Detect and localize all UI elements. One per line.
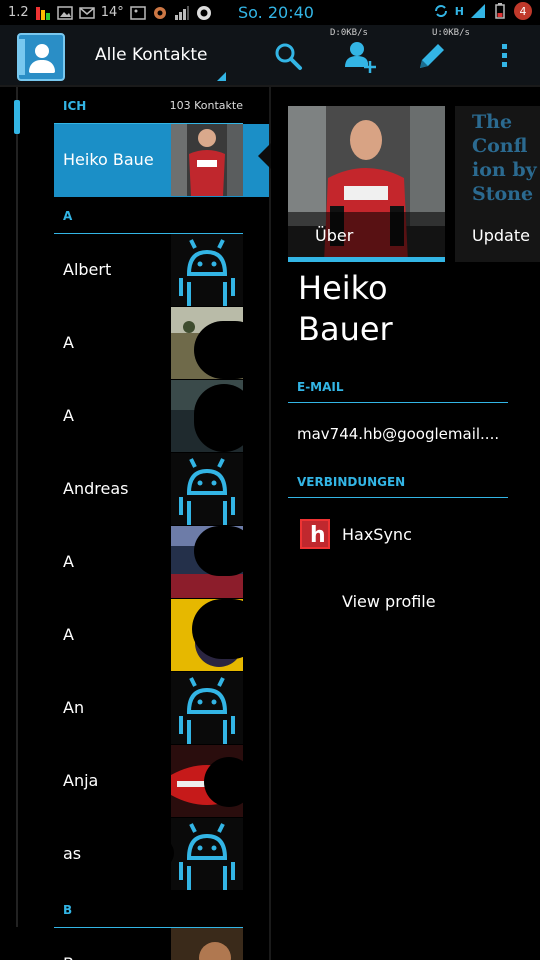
contact-row[interactable]: Anja: [54, 745, 270, 818]
wifi-signal-icon: [470, 3, 486, 19]
contact-row[interactable]: Albert: [54, 234, 270, 307]
overflow-menu-icon: [502, 44, 507, 67]
email-address[interactable]: mav744.hb@googlemail....: [297, 425, 499, 443]
section-divider: [288, 402, 508, 403]
battery-icon: [492, 3, 508, 19]
equalizer-icon: [35, 5, 51, 21]
contact-full-name: Heiko Bauer: [298, 268, 393, 350]
contact-row[interactable]: A: [54, 526, 270, 599]
section-header-b: B: [54, 891, 270, 928]
overflow-menu-button[interactable]: [487, 39, 521, 73]
connections-section-header: VERBINDUNGEN: [297, 475, 406, 489]
about-tab-card[interactable]: Über: [288, 106, 445, 262]
haxsync-connection[interactable]: HaxSync: [342, 525, 412, 544]
contact-row-selected[interactable]: Heiko Bauer: [54, 124, 270, 197]
selected-tab-indicator: [288, 257, 445, 262]
redaction-scribble: [204, 757, 254, 807]
pane-divider: [269, 87, 271, 960]
fast-scroll-thumb[interactable]: [14, 100, 20, 134]
contact-photo: [171, 124, 243, 196]
search-icon: [275, 43, 302, 70]
weather-temp: 14°: [100, 5, 124, 20]
redaction-scribble: [78, 396, 168, 430]
dropdown-indicator-icon: [217, 72, 226, 81]
contact-count: 103 Kontakte: [169, 99, 243, 112]
redaction-scribble: [84, 682, 168, 728]
redaction-scribble: [74, 542, 170, 582]
contact-name: Albert: [63, 260, 112, 279]
contact-name: Andreas: [63, 479, 129, 498]
section-title-me: ICH: [63, 99, 87, 113]
redaction-scribble: [94, 838, 174, 868]
status-bar: 1.2 14° So. 20:40 H 4: [0, 0, 540, 25]
contact-row[interactable]: as: [54, 818, 270, 891]
contact-first-name: Heiko: [298, 269, 388, 307]
fast-scroll-track[interactable]: [16, 87, 18, 927]
contact-last-name: Bauer: [298, 310, 393, 348]
contact-row[interactable]: A: [54, 307, 270, 380]
redaction-scribble: [82, 613, 168, 651]
gallery-icon: [56, 5, 73, 21]
email-section-header: E-MAIL: [297, 380, 344, 394]
contact-row[interactable]: A: [54, 599, 270, 672]
list-filter-title[interactable]: Alle Kontakte: [95, 45, 207, 65]
redaction-scribble: [194, 321, 264, 379]
download-speed: D:0KB/s: [330, 28, 368, 38]
sync-app-icon: [196, 5, 212, 21]
section-header-a: A: [54, 197, 270, 234]
contact-name: B: [63, 954, 171, 960]
search-button[interactable]: [271, 39, 305, 73]
selection-pointer: [258, 143, 271, 169]
sync-icon: [433, 3, 449, 19]
updates-label: Update: [472, 226, 530, 245]
edit-icon: [420, 44, 444, 68]
redaction-scribble: [194, 384, 254, 452]
network-type: H: [454, 4, 464, 18]
contacts-app-icon[interactable]: [17, 33, 65, 81]
gmail-icon: [78, 5, 95, 21]
contact-name: Anja: [63, 771, 99, 790]
action-bar: Alle Kontakte D:0KB/s U:0KB/s: [0, 25, 540, 87]
android-avatar-icon: [171, 453, 243, 525]
section-title-b: B: [63, 903, 73, 917]
contact-row[interactable]: Andreas: [54, 453, 270, 526]
section-divider: [288, 497, 508, 498]
edit-button[interactable]: [415, 39, 449, 73]
section-header-me: ICH 103 Kontakte: [54, 87, 270, 124]
contact-list[interactable]: ICH 103 Kontakte Heiko Bauer A Albert A: [54, 87, 270, 960]
redaction-scribble: [74, 325, 166, 363]
android-avatar-icon: [171, 234, 243, 306]
upload-speed: U:0KB/s: [432, 28, 470, 38]
clock: So. 20:40: [238, 3, 314, 22]
notification-count-badge: 4: [514, 2, 532, 20]
redaction-scribble: [192, 599, 262, 659]
about-label: Über: [315, 226, 354, 245]
redaction-scribble: [194, 526, 254, 576]
signal-strength-icon: [174, 5, 190, 21]
android-avatar-icon: [171, 672, 243, 744]
app-notification-icon: [152, 5, 168, 21]
contact-row[interactable]: B: [54, 928, 270, 960]
add-contact-icon: [345, 42, 376, 73]
status-value: 1.2: [8, 5, 29, 20]
picture-icon: [129, 5, 146, 21]
section-title-a: A: [63, 209, 73, 223]
updates-tab-card[interactable]: The Confl ion by Stone Update: [455, 106, 540, 262]
contact-row[interactable]: And: [54, 672, 270, 745]
contact-name: Heiko Bauer: [63, 150, 155, 169]
android-avatar-icon: [171, 818, 243, 890]
contact-photo: [171, 928, 243, 960]
view-profile-link[interactable]: View profile: [342, 592, 436, 611]
haxsync-icon: h: [300, 519, 330, 549]
update-snippet: The Confl ion by Stone: [472, 111, 537, 205]
add-contact-button[interactable]: [343, 39, 377, 73]
contact-row[interactable]: A: [54, 380, 270, 453]
